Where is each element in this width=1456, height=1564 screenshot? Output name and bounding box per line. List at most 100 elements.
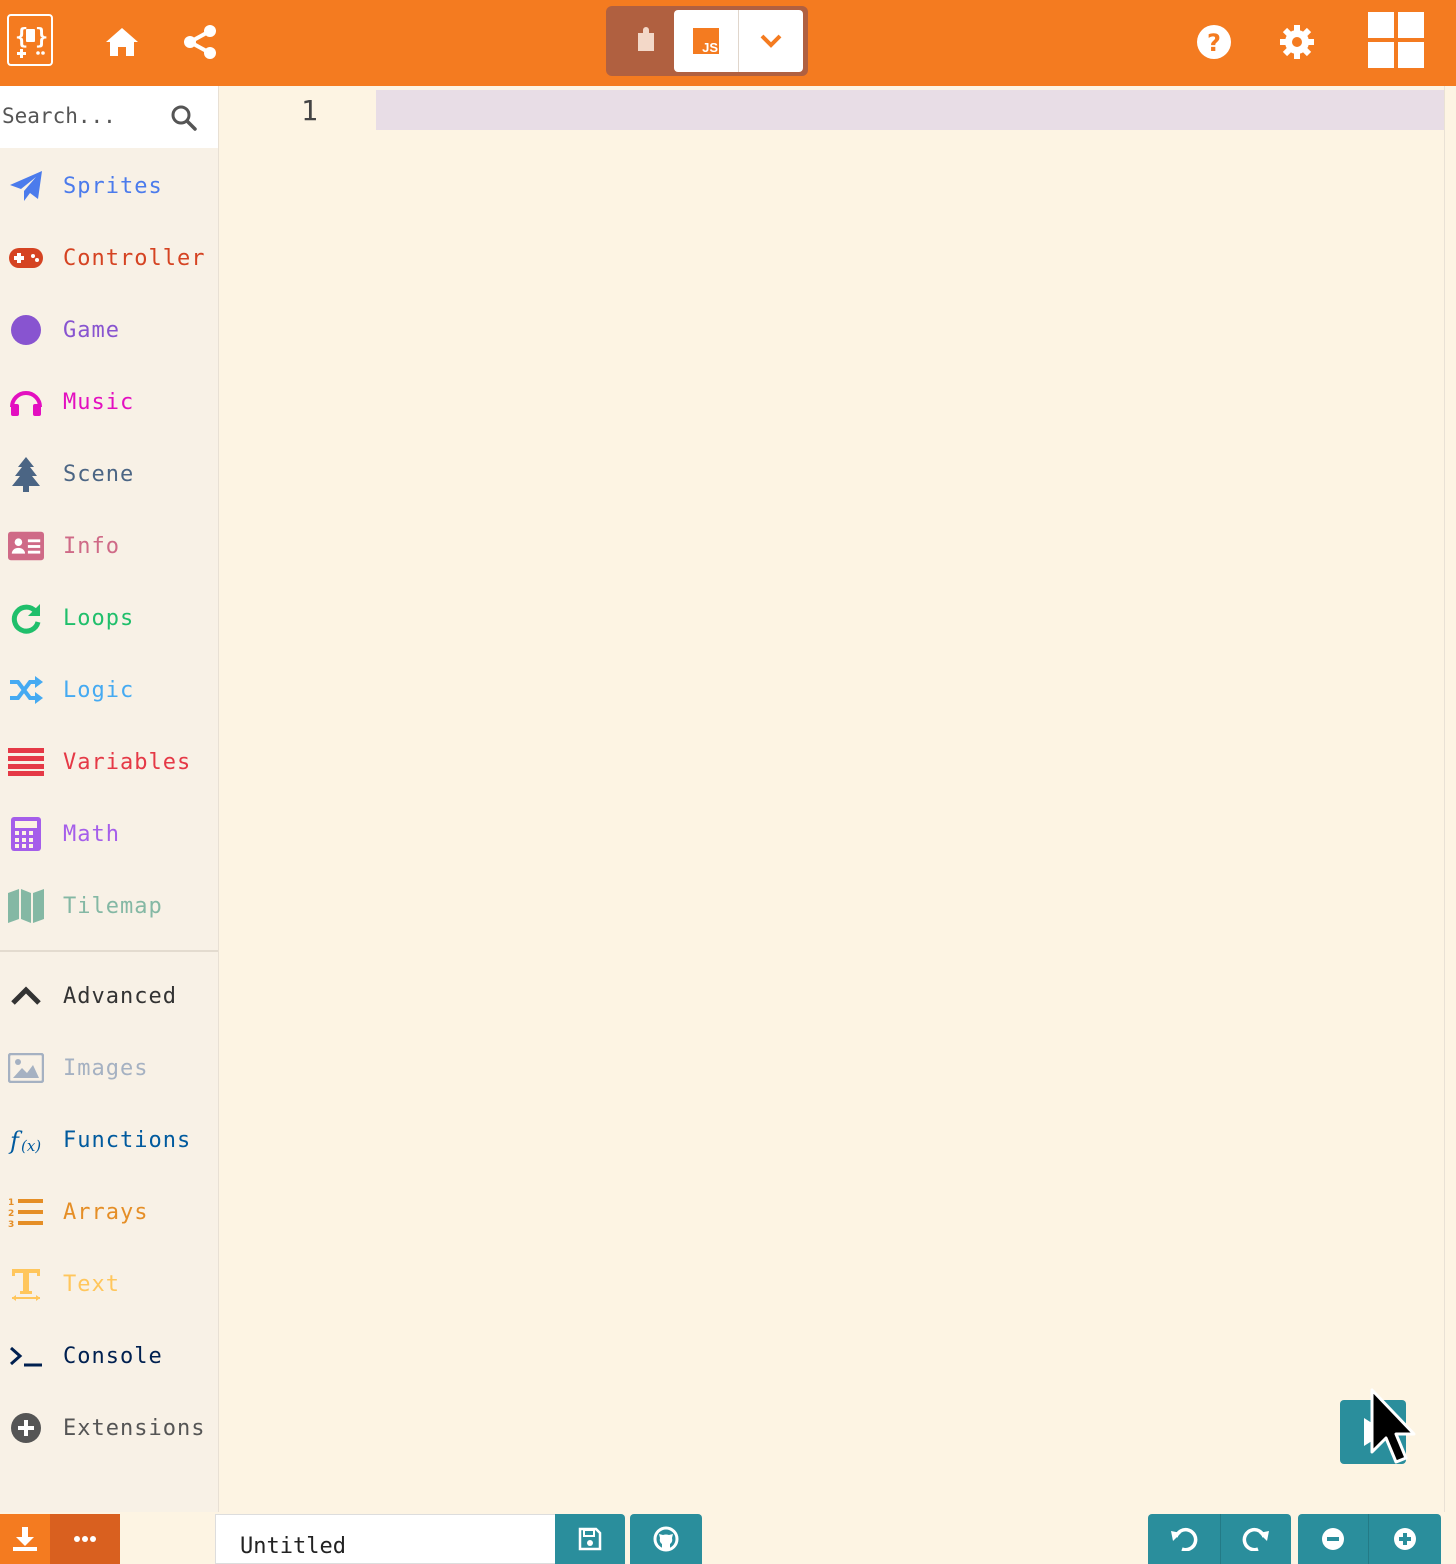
circle-icon <box>8 312 44 348</box>
js-icon: JS <box>693 28 719 54</box>
mouse-cursor-icon <box>1370 1388 1416 1464</box>
category-label: Scene <box>63 461 135 487</box>
redo-button[interactable] <box>1220 1514 1291 1564</box>
function-icon: f (x) <box>8 1122 44 1158</box>
home-icon[interactable] <box>100 20 144 64</box>
category-images[interactable]: Images <box>0 1038 218 1098</box>
undo-button[interactable] <box>1148 1514 1220 1564</box>
tree-icon <box>8 456 44 492</box>
refresh-icon <box>8 600 44 636</box>
category-label: Arrays <box>63 1199 149 1225</box>
category-label: Logic <box>63 677 135 703</box>
chevron-up-icon <box>8 978 44 1014</box>
chevron-down-icon <box>760 34 782 48</box>
microbit-arcade-logo-icon[interactable]: { } <box>7 14 53 66</box>
javascript-editor-button[interactable]: JS <box>674 10 738 72</box>
headphones-icon <box>8 384 44 420</box>
zoom-in-button[interactable] <box>1368 1514 1441 1564</box>
puzzle-icon <box>638 27 654 51</box>
category-label: Sprites <box>63 173 163 199</box>
shuffle-icon <box>8 672 44 708</box>
paper-plane-icon <box>8 168 44 204</box>
category-label: Variables <box>63 749 192 775</box>
ordered-list-icon: 1 2 3 <box>8 1194 44 1230</box>
svg-text:(x): (x) <box>21 1137 41 1155</box>
category-label: Info <box>63 533 120 559</box>
js-label: JS <box>702 40 718 55</box>
help-icon[interactable]: ? <box>1192 20 1236 64</box>
category-arrays[interactable]: 1 2 3 Arrays <box>0 1182 218 1242</box>
project-name-input[interactable] <box>215 1514 555 1564</box>
category-label: Controller <box>63 245 206 271</box>
category-label: Tilemap <box>63 893 163 919</box>
share-icon[interactable] <box>178 20 222 64</box>
category-math[interactable]: Math <box>0 804 218 864</box>
category-advanced[interactable]: Advanced <box>0 966 218 1026</box>
list-icon <box>8 744 44 780</box>
category-scene[interactable]: Scene <box>0 444 218 504</box>
category-label: Music <box>63 389 135 415</box>
zoom-out-icon <box>1322 1528 1344 1550</box>
category-label: Game <box>63 317 120 343</box>
ellipsis-icon <box>74 1536 96 1542</box>
more-options-button[interactable] <box>50 1514 120 1564</box>
current-line-highlight <box>376 90 1444 130</box>
category-label: Images <box>63 1055 149 1081</box>
download-icon <box>13 1527 37 1551</box>
gamepad-icon <box>8 240 44 276</box>
category-info[interactable]: Info <box>0 516 218 576</box>
category-label: Text <box>63 1271 120 1297</box>
zoom-out-button[interactable] <box>1298 1514 1368 1564</box>
map-icon <box>8 888 44 924</box>
github-icon <box>653 1526 679 1552</box>
category-loops[interactable]: Loops <box>0 588 218 648</box>
save-button[interactable] <box>555 1514 625 1564</box>
toolbox-divider <box>0 950 218 952</box>
category-label: Math <box>63 821 120 847</box>
editor-toggle: JS <box>606 6 808 76</box>
calculator-icon <box>8 816 44 852</box>
category-label: Functions <box>63 1127 192 1153</box>
category-label: Extensions <box>63 1415 206 1441</box>
svg-text:}: } <box>35 25 47 50</box>
id-card-icon <box>8 528 44 564</box>
category-functions[interactable]: f (x) Functions <box>0 1110 218 1170</box>
gear-icon[interactable] <box>1275 20 1319 64</box>
svg-text:3: 3 <box>8 1220 14 1228</box>
category-logic[interactable]: Logic <box>0 660 218 720</box>
grid-icon[interactable] <box>1368 12 1424 68</box>
download-button[interactable] <box>0 1514 50 1564</box>
category-label: Console <box>63 1343 163 1369</box>
plus-circle-icon <box>8 1410 44 1446</box>
code-editor[interactable]: 1 <box>219 86 1444 1512</box>
zoom-in-icon <box>1394 1528 1416 1550</box>
svg-text:2: 2 <box>8 1209 14 1219</box>
category-sprites[interactable]: Sprites <box>0 156 218 216</box>
language-dropdown-button[interactable] <box>738 10 803 72</box>
category-text[interactable]: Text <box>0 1254 218 1314</box>
category-tilemap[interactable]: Tilemap <box>0 876 218 936</box>
redo-icon <box>1242 1527 1269 1551</box>
blocks-editor-button[interactable] <box>614 12 678 70</box>
category-label: Loops <box>63 605 135 631</box>
search-input[interactable] <box>0 98 162 134</box>
editor-scrollbar[interactable] <box>1444 86 1456 1512</box>
text-icon <box>8 1266 44 1302</box>
category-variables[interactable]: Variables <box>0 732 218 792</box>
terminal-icon <box>8 1338 44 1374</box>
category-game[interactable]: Game <box>0 300 218 360</box>
line-number: 1 <box>301 94 318 127</box>
search-icon[interactable] <box>170 104 198 132</box>
floppy-disk-icon <box>578 1527 602 1551</box>
category-console[interactable]: Console <box>0 1326 218 1386</box>
toolbox-search <box>0 86 218 148</box>
category-extensions[interactable]: Extensions <box>0 1398 218 1458</box>
github-button[interactable] <box>630 1514 702 1564</box>
image-icon <box>8 1050 44 1086</box>
category-controller[interactable]: Controller <box>0 228 218 288</box>
svg-text:1: 1 <box>8 1198 14 1208</box>
category-music[interactable]: Music <box>0 372 218 432</box>
toolbox-sidebar: Sprites Controller Game Music <box>0 86 219 1512</box>
svg-text:?: ? <box>1207 29 1221 57</box>
category-label: Advanced <box>63 983 177 1009</box>
